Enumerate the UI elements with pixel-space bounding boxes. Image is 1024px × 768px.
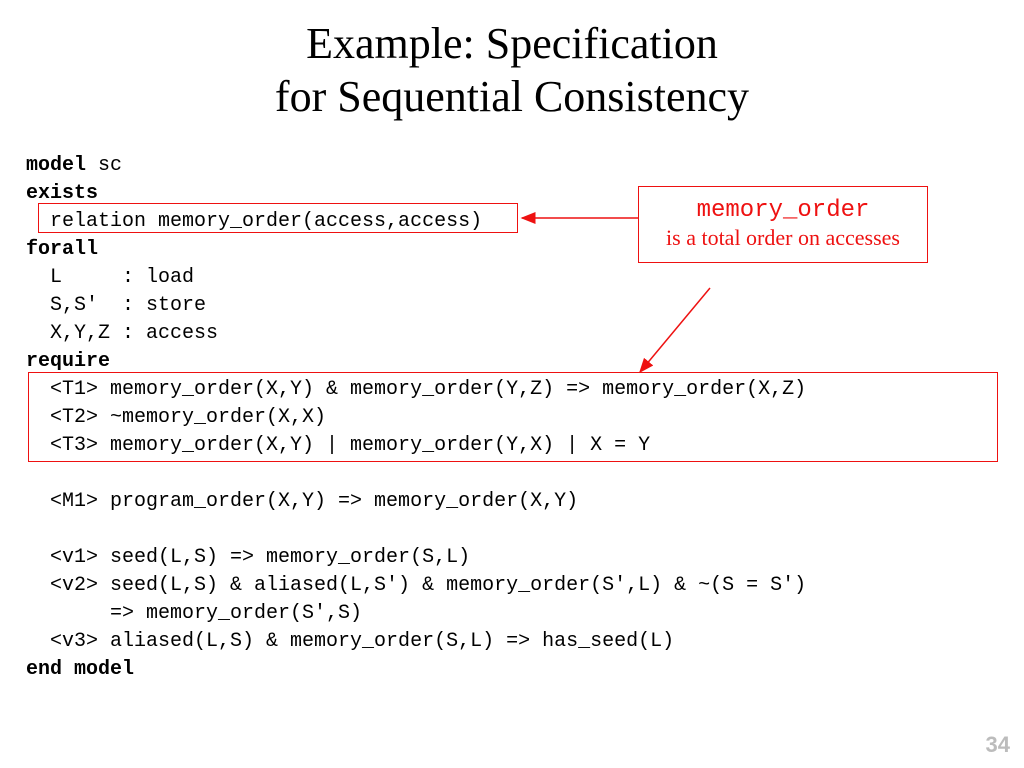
kw-end-model: end model bbox=[26, 658, 134, 681]
title-line-2: for Sequential Consistency bbox=[275, 72, 749, 121]
req-line-4: <M1> program_order(X,Y) => memory_order(… bbox=[26, 490, 578, 513]
page-number: 34 bbox=[986, 732, 1010, 758]
highlight-box-total-order bbox=[28, 372, 998, 462]
forall-line-0: L : load bbox=[26, 266, 194, 289]
kw-exists: exists bbox=[26, 182, 98, 205]
title-line-1: Example: Specification bbox=[306, 19, 718, 68]
highlight-box-relation bbox=[38, 203, 518, 233]
model-name: sc bbox=[86, 154, 122, 177]
forall-line-2: X,Y,Z : access bbox=[26, 322, 218, 345]
kw-require: require bbox=[26, 350, 110, 373]
forall-line-1: S,S' : store bbox=[26, 294, 206, 317]
slide-title: Example: Specification for Sequential Co… bbox=[0, 0, 1024, 124]
kw-model: model bbox=[26, 154, 86, 177]
kw-forall: forall bbox=[26, 238, 98, 261]
req-line-6: <v1> seed(L,S) => memory_order(S,L) bbox=[26, 546, 470, 569]
slide: Example: Specification for Sequential Co… bbox=[0, 0, 1024, 768]
callout-box: memory_order is a total order on accesse… bbox=[638, 186, 928, 263]
req-line-9: <v3> aliased(L,S) & memory_order(S,L) =>… bbox=[26, 630, 674, 653]
callout-text: is a total order on accesses bbox=[657, 224, 909, 252]
req-line-7: <v2> seed(L,S) & aliased(L,S') & memory_… bbox=[26, 574, 806, 597]
callout-mono: memory_order bbox=[657, 197, 909, 224]
req-line-8: => memory_order(S',S) bbox=[26, 602, 362, 625]
